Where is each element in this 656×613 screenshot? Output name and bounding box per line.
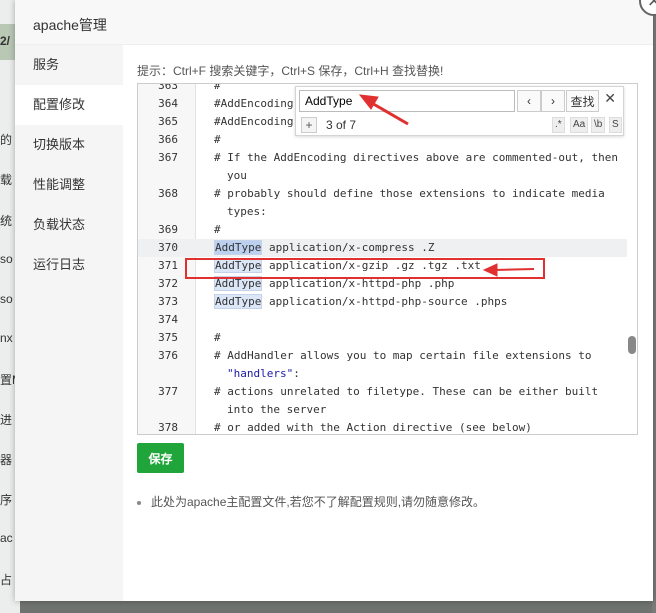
code-text-rest: application/x-httpd-php-source .phps [262, 295, 508, 308]
line-number: 377 [158, 385, 178, 398]
code-line: 374 [138, 311, 628, 329]
search-match: AddType [214, 294, 263, 309]
code-text: #AddEncoding [214, 97, 294, 110]
code-text: "handlers": [227, 365, 300, 383]
line-number: 363 [158, 83, 178, 92]
sidebar: 服务 配置修改 切换版本 性能调整 负载状态 运行日志 [15, 45, 123, 601]
line-number: 376 [158, 349, 178, 362]
code-line: into the server [138, 401, 628, 419]
code-text: # [214, 133, 221, 146]
sidebar-item-logs[interactable]: 运行日志 [15, 245, 123, 285]
line-number: 374 [158, 313, 178, 326]
code-text-rest: application/x-compress .Z [262, 241, 435, 254]
config-note: 此处为apache主配置文件,若您不了解配置规则,请勿随意修改。 [137, 493, 485, 510]
line-number: 373 [158, 295, 178, 308]
line-number: 366 [158, 133, 178, 146]
code-line: you [138, 167, 628, 185]
close-icon[interactable]: × [639, 0, 656, 16]
code-line: 369 # [138, 221, 628, 239]
line-number: 369 [158, 223, 178, 236]
line-number: 371 [158, 259, 178, 272]
line-number: 364 [158, 97, 178, 110]
config-editor-panel: 提示：Ctrl+F 搜索关键字，Ctrl+S 保存，Ctrl+H 查找替换! 3… [123, 45, 653, 601]
code-line: 376 # AddHandler allows you to map certai… [138, 347, 628, 365]
code-text: # actions unrelated to filetype. These c… [214, 385, 599, 398]
apache-manager-dialog: apache管理 × 服务 配置修改 切换版本 性能调整 负载状态 运行日志 提… [15, 0, 656, 601]
line-number: 372 [158, 277, 178, 290]
code-text: types: [227, 205, 267, 218]
code-text: into the server [227, 403, 327, 416]
shortcut-tip: 提示：Ctrl+F 搜索关键字，Ctrl+S 保存，Ctrl+H 查找替换! [137, 64, 444, 78]
line-number: 367 [158, 151, 178, 164]
search-input[interactable] [299, 90, 515, 112]
search-panel: ‹ › 查找 ✕ + 3 of 7 .* Aa \b S [295, 86, 624, 136]
config-note-text: 此处为apache主配置文件,若您不了解配置规则,请勿随意修改。 [151, 495, 486, 509]
bullet-icon [137, 500, 141, 505]
code-text: you [227, 169, 247, 182]
dialog-title: apache管理 [33, 17, 107, 33]
line-number: 368 [158, 187, 178, 200]
code-line: 368 # probably should define those extens… [138, 185, 628, 203]
editor-scrollbar[interactable] [627, 84, 637, 434]
sidebar-item-load-status[interactable]: 负载状态 [15, 205, 123, 245]
chevron-right-icon[interactable]: › [541, 90, 565, 112]
toggle-replace-button[interactable]: + [301, 117, 317, 133]
sidebar-item-performance[interactable]: 性能调整 [15, 165, 123, 205]
code-line: "handlers": [138, 365, 628, 383]
code-line: 367 # If the AddEncoding directives above… [138, 149, 628, 167]
case-toggle[interactable]: Aa [570, 117, 589, 133]
save-button[interactable]: 保存 [137, 443, 184, 473]
code-text: # If the AddEncoding directives above ar… [214, 151, 618, 164]
code-string: "handlers" [227, 367, 294, 380]
code-text: AddType application/x-httpd-php-source .… [214, 293, 507, 311]
code-text: # AddHandler allows you to map certain f… [214, 349, 592, 362]
code-line: types: [138, 203, 628, 221]
scrollbar-thumb[interactable] [628, 336, 636, 354]
line-number: 378 [158, 421, 178, 434]
regex-toggle[interactable]: .* [552, 117, 565, 133]
close-search-icon[interactable]: ✕ [604, 90, 616, 107]
code-text-rest: : [293, 367, 300, 380]
code-line: 370 AddType application/x-compress .Z [138, 239, 628, 257]
code-line: 375 # [138, 329, 628, 347]
code-text: # [214, 83, 221, 92]
sidebar-item-config[interactable]: 配置修改 [15, 85, 123, 125]
code-text: # [214, 223, 221, 236]
code-text: # probably should define those extension… [214, 187, 605, 200]
chevron-left-icon[interactable]: ‹ [517, 90, 541, 112]
highlight-box [185, 258, 545, 279]
selection-toggle[interactable]: S [609, 117, 622, 133]
sidebar-item-version[interactable]: 切换版本 [15, 125, 123, 165]
code-text: #AddEncoding [214, 115, 294, 128]
code-text: # [214, 331, 221, 344]
search-match: AddType [214, 240, 263, 255]
code-line: 377 # actions unrelated to filetype. Thes… [138, 383, 628, 401]
code-text: AddType application/x-compress .Z [214, 239, 435, 257]
sidebar-item-service[interactable]: 服务 [15, 45, 123, 85]
code-line: 373 AddType application/x-httpd-php-sourc… [138, 293, 628, 311]
line-number: 365 [158, 115, 178, 128]
code-line: 378 # or added with the Action directive … [138, 419, 628, 434]
line-number: 370 [158, 241, 178, 254]
word-toggle[interactable]: \b [591, 117, 606, 133]
find-button[interactable]: 查找 [566, 90, 599, 112]
line-number: 375 [158, 331, 178, 344]
dialog-header: apache管理 × [15, 0, 656, 45]
match-count: 3 of 7 [326, 118, 357, 132]
code-text: # or added with the Action directive (se… [214, 421, 532, 434]
